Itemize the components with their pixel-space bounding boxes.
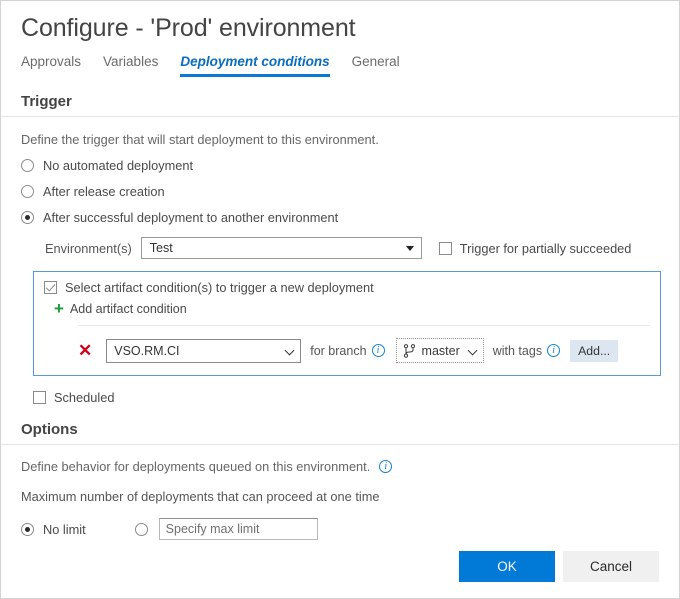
radio-indicator (21, 522, 34, 536)
checkbox-indicator (33, 391, 46, 404)
trigger-partially-succeeded-checkbox[interactable]: Trigger for partially succeeded (438, 240, 632, 256)
artifact-conditions-panel: Select artifact condition(s) to trigger … (33, 271, 661, 376)
radio-indicator (21, 185, 34, 198)
artifact-select-value: VSO.RM.CI (114, 343, 180, 358)
trigger-description: Define the trigger that will start deplo… (21, 132, 379, 147)
add-artifact-condition-button[interactable]: + Add artifact condition (54, 299, 650, 318)
add-tags-button[interactable]: Add... (570, 339, 619, 362)
options-section-divider (1, 444, 679, 445)
radio-no-limit[interactable]: No limit (21, 522, 86, 537)
info-icon[interactable]: i (547, 344, 561, 357)
info-icon[interactable]: i (379, 460, 393, 473)
tab-general[interactable]: General (352, 54, 400, 77)
remove-x-icon[interactable]: ✕ (78, 342, 92, 359)
options-description-row: Define behavior for deployments queued o… (21, 459, 659, 474)
git-branch-icon (403, 343, 415, 358)
ok-button[interactable]: OK (459, 551, 555, 582)
artifact-select[interactable]: VSO.RM.CI (106, 338, 302, 363)
caret-down-icon (405, 246, 414, 251)
environment-row: Environment(s) Test Trigger for partiall… (21, 237, 659, 259)
radio-no-automated-deployment[interactable]: No automated deployment (21, 158, 659, 173)
radio-label: After release creation (43, 184, 165, 199)
plus-icon: + (54, 299, 64, 318)
radio-indicator (134, 522, 148, 536)
chevron-down-icon (467, 345, 478, 356)
limit-row: No limit Specify max limit (21, 518, 659, 540)
options-description: Define behavior for deployments queued o… (21, 459, 371, 474)
condition-divider (78, 325, 650, 326)
page-title: Configure - 'Prod' environment (21, 14, 356, 42)
chevron-down-icon (284, 345, 295, 355)
radio-indicator (21, 211, 34, 224)
checkbox-indicator (44, 281, 57, 294)
tab-deployment-conditions[interactable]: Deployment conditions (180, 54, 330, 77)
checkbox-label: Trigger for partially succeeded (459, 240, 632, 256)
scheduled-checkbox[interactable]: Scheduled (33, 390, 679, 405)
select-artifact-conditions-checkbox[interactable]: Select artifact condition(s) to trigger … (44, 280, 650, 295)
with-tags-label: with tags (492, 343, 543, 358)
add-artifact-condition-label: Add artifact condition (69, 302, 187, 316)
tab-bar: Approvals Variables Deployment condition… (21, 52, 659, 77)
environment-select[interactable]: Test (140, 237, 422, 259)
checkbox-label: Select artifact condition(s) to trigger … (65, 280, 374, 295)
info-icon[interactable]: i (371, 344, 385, 357)
trigger-section-divider (1, 116, 679, 117)
radio-label: No limit (43, 521, 86, 537)
dialog-footer: OK Cancel (459, 551, 659, 582)
radio-indicator (21, 159, 34, 172)
max-deployments-label: Maximum number of deployments that can p… (21, 489, 380, 504)
radio-after-release-creation[interactable]: After release creation (21, 184, 659, 199)
for-branch-label: for branch (310, 343, 367, 358)
artifact-condition-row: ✕ VSO.RM.CI for branch i master with tag… (44, 338, 650, 363)
cancel-button[interactable]: Cancel (563, 551, 659, 582)
configure-environment-dialog: Configure - 'Prod' environment Approvals… (0, 0, 680, 599)
checkbox-indicator (438, 241, 452, 255)
trigger-section-heading: Trigger (21, 93, 72, 110)
branch-picker[interactable]: master (395, 338, 484, 363)
radio-label: After successful deployment to another e… (43, 210, 339, 225)
radio-label: No automated deployment (43, 158, 194, 173)
environment-label: Environment(s) (45, 240, 132, 256)
options-section-heading: Options (21, 421, 78, 438)
environment-select-value: Test (149, 241, 173, 255)
radio-specify-max-limit[interactable] (134, 522, 157, 536)
branch-name: master (421, 343, 460, 358)
tab-variables[interactable]: Variables (103, 54, 158, 77)
checkbox-label: Scheduled (54, 390, 115, 405)
tab-approvals[interactable]: Approvals (21, 54, 81, 77)
radio-after-successful-deployment[interactable]: After successful deployment to another e… (21, 210, 659, 225)
max-limit-input[interactable]: Specify max limit (158, 518, 318, 540)
